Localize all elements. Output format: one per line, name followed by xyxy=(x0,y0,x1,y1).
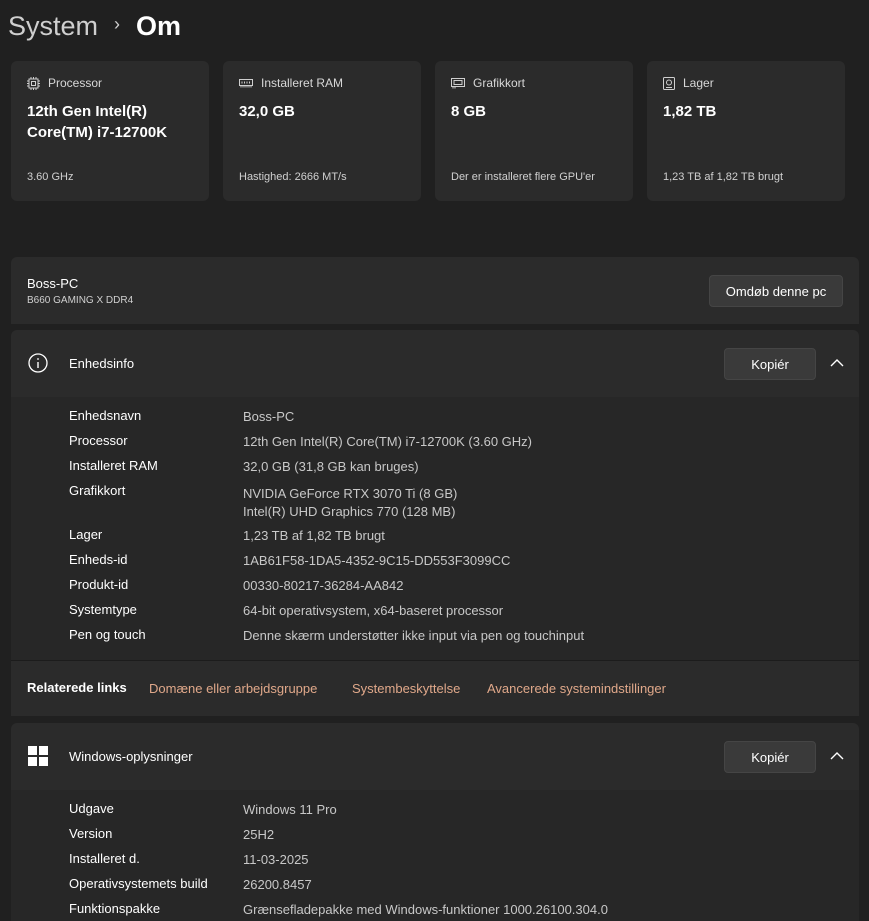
info-value: 1AB61F58-1DA5-4352-9C15-DD553F3099CC xyxy=(243,553,511,568)
related-links-bar: Relaterede links Domæne eller arbejdsgru… xyxy=(11,660,859,716)
info-key: Lager xyxy=(69,527,103,542)
info-key: Installeret d. xyxy=(69,851,140,866)
card-value: 8 GB xyxy=(451,103,487,120)
card-detail: 1,23 TB af 1,82 TB brugt xyxy=(663,171,784,183)
pc-name: Boss-PC xyxy=(27,276,79,291)
info-value: Grænsefladepakke med Windows-funktioner … xyxy=(243,902,608,917)
info-key: Funktionspakke xyxy=(69,901,161,916)
breadcrumb-separator: › xyxy=(114,13,121,34)
storage-icon xyxy=(663,76,675,90)
card-value: 12th Gen Intel(R) Core(TM) i7-12700K xyxy=(27,103,168,141)
card-detail: Der er installeret flere GPU'er xyxy=(451,171,595,183)
copy-device-info-button[interactable]: Kopiér xyxy=(724,348,816,380)
device-info-header[interactable]: Enhedsinfo Kopiér xyxy=(11,330,859,397)
card-detail: Hastighed: 2666 MT/s xyxy=(239,171,347,183)
breadcrumb: System › Om xyxy=(8,6,181,46)
card-title: Processor xyxy=(48,76,103,90)
info-value: Denne skærm understøtter ikke input via … xyxy=(243,628,585,643)
domain-workgroup-link[interactable]: Domæne eller arbejdsgruppe xyxy=(149,681,317,696)
ram-icon xyxy=(239,79,253,88)
info-key: Version xyxy=(69,826,113,841)
ram-card: Installeret RAM 32,0 GB Hastighed: 2666 … xyxy=(223,61,421,201)
pc-name-bar: Boss-PC B660 GAMING X DDR4 Omdøb denne p… xyxy=(11,257,859,324)
chevron-up-icon[interactable] xyxy=(829,357,845,369)
gpu-icon xyxy=(451,78,465,89)
card-detail: 3.60 GHz xyxy=(27,171,74,183)
info-key: Enhedsnavn xyxy=(69,408,142,423)
processor-card: Processor 12th Gen Intel(R) Core(TM) i7-… xyxy=(11,61,209,201)
info-value: 64-bit operativsystem, x64-baseret proce… xyxy=(243,603,504,618)
card-title: Installeret RAM xyxy=(261,76,344,90)
related-links-label: Relaterede links xyxy=(27,680,127,695)
info-value: 25H2 xyxy=(243,827,275,842)
card-title: Grafikkort xyxy=(473,76,526,90)
info-value: NVIDIA GeForce RTX 3070 Ti (8 GB) xyxy=(243,486,458,501)
system-protection-link[interactable]: Systembeskyttelse xyxy=(352,681,460,696)
pc-model: B660 GAMING X DDR4 xyxy=(27,295,134,306)
info-value: 32,0 GB (31,8 GB kan bruges) xyxy=(243,459,419,474)
card-value: 1,82 TB xyxy=(663,103,717,120)
windows-info-title: Windows-oplysninger xyxy=(69,749,193,764)
info-key: Processor xyxy=(69,433,128,448)
card-title: Lager xyxy=(683,76,714,90)
info-key: Operativsystemets build xyxy=(69,876,208,891)
gpu-card: Grafikkort 8 GB Der er installeret flere… xyxy=(435,61,633,201)
info-value: 26200.8457 xyxy=(243,877,312,892)
advanced-system-settings-link[interactable]: Avancerede systemindstillinger xyxy=(487,681,666,696)
page-title: Om xyxy=(136,10,182,41)
breadcrumb-system-link[interactable]: System xyxy=(8,11,98,42)
windows-info-header[interactable]: Windows-oplysninger Kopiér xyxy=(11,723,859,790)
device-info-title: Enhedsinfo xyxy=(69,356,135,371)
windows-info-body: Udgave Windows 11 Pro Version 25H2 Insta… xyxy=(11,790,859,921)
info-key: Grafikkort xyxy=(69,483,126,498)
info-key: Installeret RAM xyxy=(69,458,158,473)
device-info-body: Enhedsnavn Boss-PC Processor 12th Gen In… xyxy=(11,397,859,660)
info-value: 1,23 TB af 1,82 TB brugt xyxy=(243,528,385,543)
info-key: Enheds-id xyxy=(69,552,128,567)
info-value-secondary: Intel(R) UHD Graphics 770 (128 MB) xyxy=(243,504,456,519)
card-value: 32,0 GB xyxy=(239,103,295,120)
info-value: 12th Gen Intel(R) Core(TM) i7-12700K (3.… xyxy=(243,434,532,449)
info-key: Produkt-id xyxy=(69,577,129,592)
info-value: 11-03-2025 xyxy=(243,852,309,867)
info-value: 00330-80217-36284-AA842 xyxy=(243,578,404,593)
info-key: Pen og touch xyxy=(69,627,146,642)
info-value: Windows 11 Pro xyxy=(243,802,337,817)
info-key: Systemtype xyxy=(69,602,137,617)
processor-icon xyxy=(27,76,40,90)
storage-card: Lager 1,82 TB 1,23 TB af 1,82 TB brugt xyxy=(647,61,845,201)
copy-windows-info-button[interactable]: Kopiér xyxy=(724,741,816,773)
rename-pc-button[interactable]: Omdøb denne pc xyxy=(709,275,843,307)
info-value: Boss-PC xyxy=(243,409,295,424)
info-icon xyxy=(28,353,48,373)
info-key: Udgave xyxy=(69,801,114,816)
chevron-up-icon[interactable] xyxy=(829,750,845,762)
windows-logo-icon xyxy=(28,746,48,766)
